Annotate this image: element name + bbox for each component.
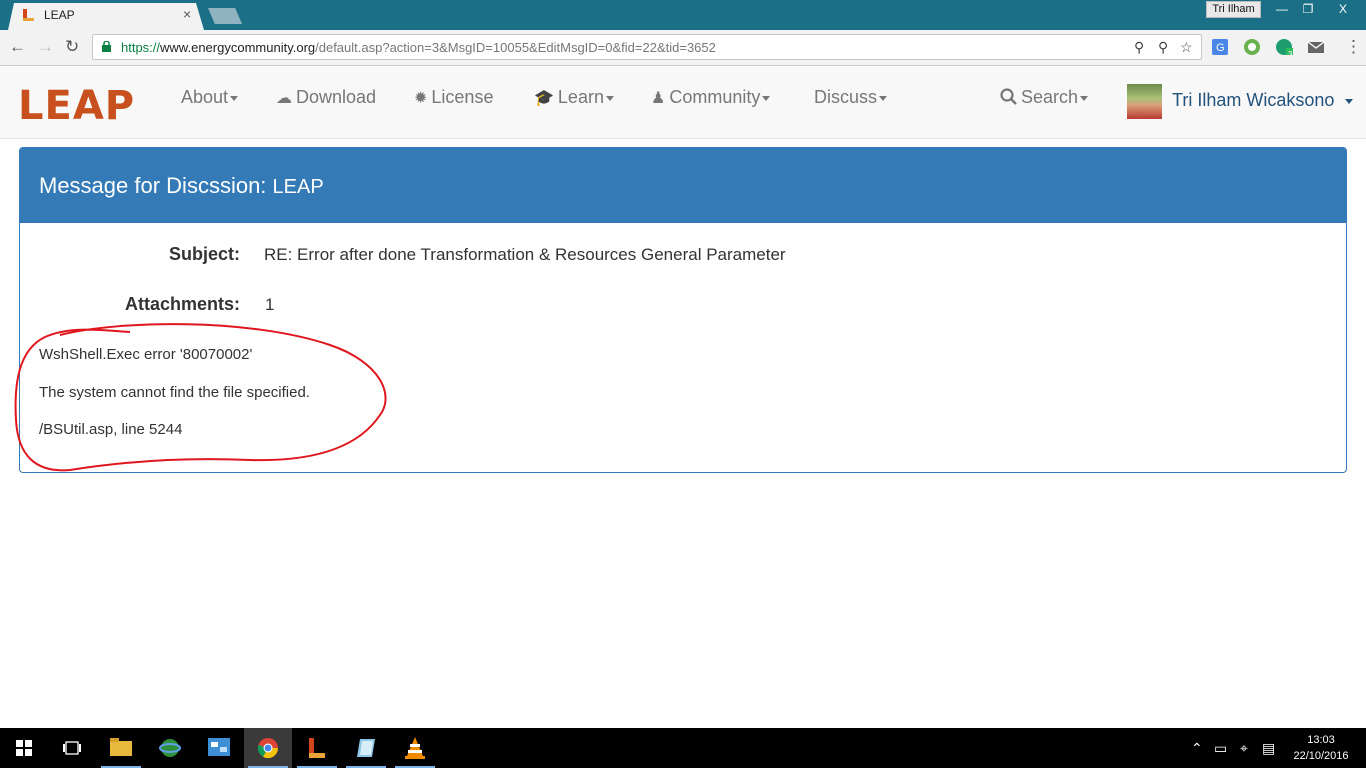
file-explorer-taskbar[interactable]	[97, 728, 145, 768]
system-clock[interactable]: 13:03 22/10/2016	[1288, 732, 1354, 764]
vlc-taskbar[interactable]	[391, 728, 439, 768]
zoom-icon[interactable]: ⚲	[1134, 39, 1144, 56]
panel-title-main: Message for Discssion:	[39, 173, 273, 198]
panel-title-forum: LEAP	[272, 176, 324, 198]
control-panel-taskbar[interactable]	[195, 728, 243, 768]
chrome-icon	[257, 738, 279, 759]
subject-label: Subject:	[168, 244, 240, 264]
logo-text: LEAP	[18, 83, 136, 129]
new-tab-button[interactable]	[208, 8, 242, 24]
message-panel: Message for Discssion: LEAP Subject: RE:…	[19, 147, 1347, 473]
nav-community[interactable]: ♟ Community	[651, 87, 771, 108]
svg-text:G: G	[1216, 42, 1225, 54]
chrome-taskbar[interactable]	[244, 728, 292, 768]
user-menu[interactable]: Tri Ilham Wicaksono	[1172, 90, 1354, 111]
nav-discuss-label: Discuss	[814, 87, 878, 107]
leap-taskbar[interactable]	[293, 728, 341, 768]
caret-down-icon	[1080, 95, 1089, 101]
nav-license[interactable]: ✹ License	[414, 87, 493, 108]
avatar[interactable]	[1127, 84, 1162, 119]
browser-toolbar: ← → ↻ https://www.energycommunity.org/de…	[0, 30, 1366, 66]
vlc-cone-icon	[405, 737, 425, 759]
leap-logo[interactable]: LEAP	[18, 83, 135, 129]
wifi-icon[interactable]: ⌖	[1240, 740, 1248, 757]
attachments-count[interactable]: 1	[265, 295, 274, 315]
error-location-line: /BSUtil.asp, line 5244	[39, 421, 183, 438]
nav-about-label: About	[181, 87, 229, 107]
translate-extension-icon[interactable]: G	[1211, 38, 1229, 56]
nav-search[interactable]: Search	[1000, 87, 1089, 108]
leap-favicon-icon	[23, 9, 34, 21]
caret-down-icon	[230, 95, 239, 101]
power-battery-icon[interactable]: ▭	[1214, 740, 1227, 757]
nav-about[interactable]: About	[181, 87, 239, 108]
task-view-icon[interactable]	[62, 740, 82, 756]
url-protocol: https://	[121, 40, 161, 55]
reload-icon[interactable]: ↻	[65, 37, 79, 57]
clock-time: 13:03	[1307, 734, 1335, 746]
caret-down-icon	[762, 95, 771, 101]
nav-community-label: Community	[669, 87, 761, 107]
attachments-label: Attachments:	[124, 294, 240, 314]
url-domain: www.energycommunity.org	[160, 40, 316, 55]
nav-discuss[interactable]: Discuss	[814, 87, 888, 108]
back-arrow-icon[interactable]: ←	[9, 37, 26, 57]
tray-expand-chevron-icon[interactable]: ⌃	[1191, 740, 1203, 757]
caret-down-icon	[879, 95, 888, 101]
graduation-cap-icon: 🎓	[534, 90, 554, 107]
control-panel-icon	[208, 738, 230, 756]
error-description-line: The system cannot find the file specifie…	[39, 384, 310, 401]
clock-date: 22/10/2016	[1293, 750, 1349, 762]
nav-search-label: Search	[1021, 87, 1079, 107]
globe-icon	[159, 739, 181, 757]
browser-titlebar: LEAP × Tri Ilham — ❐ X	[0, 0, 1366, 30]
mail-extension-icon[interactable]	[1307, 38, 1325, 56]
forward-arrow-icon[interactable]: →	[37, 37, 54, 57]
leap-app-icon	[309, 738, 325, 758]
error-message-line: WshShell.Exec error '80070002'	[39, 346, 253, 363]
url-path: /default.asp?action=3&MsgID=10055&EditMs…	[315, 40, 716, 55]
url-text: https://www.energycommunity.org/default.…	[121, 40, 716, 55]
nav-learn-label: Learn	[557, 87, 604, 107]
panel-heading: Message for Discssion: LEAP	[20, 148, 1346, 223]
caret-down-icon	[605, 95, 614, 101]
tab-close-icon[interactable]: ×	[183, 6, 191, 22]
site-navbar: LEAP About ☁ Download ✹ License 🎓 Learn ♟ Co…	[0, 67, 1366, 139]
profile-chip[interactable]: Tri Ilham	[1206, 1, 1261, 18]
windows-taskbar: ⌃ ▭ ⌖ ▤ 13:03 22/10/2016	[0, 728, 1366, 768]
nav-learn[interactable]: 🎓 Learn	[534, 87, 614, 108]
page-title: Message for Discssion: LEAP	[39, 173, 324, 199]
restore-button[interactable]: ❐	[1294, 0, 1322, 18]
bookmark-star-icon[interactable]: ☆	[1180, 39, 1193, 56]
search-icon	[1000, 88, 1017, 105]
tab-title: LEAP	[44, 8, 75, 22]
green-extension-icon[interactable]	[1243, 38, 1261, 56]
subject-value: RE: Error after done Transformation & Re…	[264, 245, 786, 264]
extension-badge: 3	[1288, 50, 1293, 59]
address-bar[interactable]: https://www.energycommunity.org/default.…	[92, 34, 1202, 60]
users-icon: ♟	[651, 90, 666, 107]
nav-license-label: License	[431, 87, 494, 107]
menu-kebab-icon[interactable]: ⋮	[1345, 37, 1362, 57]
key-icon[interactable]: ⚲	[1158, 39, 1168, 56]
notification-center-icon[interactable]: ▤	[1262, 740, 1275, 757]
caret-down-icon	[1345, 98, 1354, 104]
browser-tab[interactable]	[8, 3, 204, 30]
folder-icon	[110, 738, 132, 756]
network-app-taskbar[interactable]	[146, 728, 194, 768]
close-window-button[interactable]: X	[1326, 0, 1360, 18]
notebook-icon	[357, 739, 375, 757]
notepad-taskbar[interactable]	[342, 728, 390, 768]
windows-start-icon[interactable]	[16, 740, 32, 756]
secure-lock-icon	[102, 41, 111, 52]
minimize-button[interactable]: —	[1268, 0, 1296, 18]
certificate-icon: ✹	[414, 90, 428, 107]
nav-download-label: Download	[296, 87, 377, 107]
nav-download[interactable]: ☁ Download	[276, 87, 376, 108]
user-name: Tri Ilham Wicaksono	[1172, 90, 1335, 110]
cloud-download-icon: ☁	[276, 90, 292, 107]
